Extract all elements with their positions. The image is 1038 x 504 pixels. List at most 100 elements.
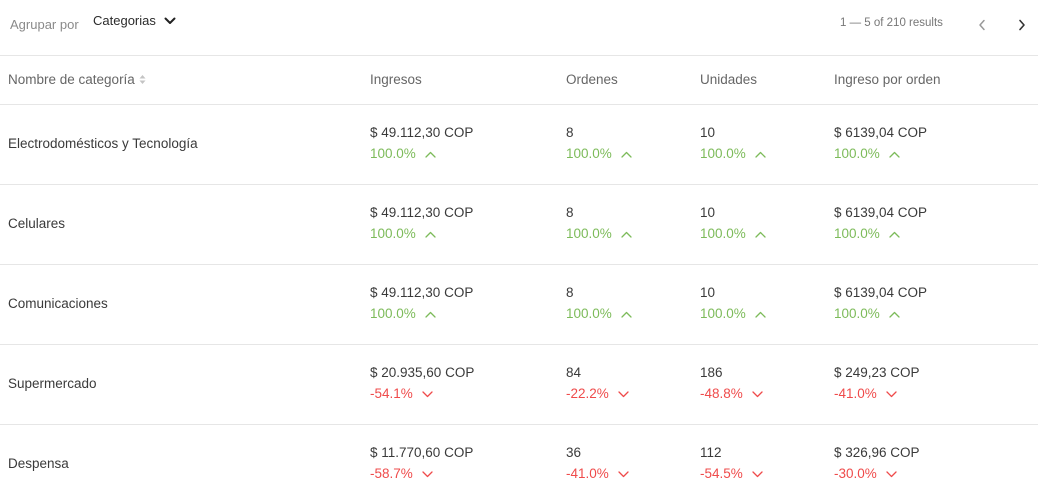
revenue-per-order-change: 100.0%: [834, 145, 927, 163]
chevron-left-icon: [979, 19, 985, 31]
revenue-per-order-change-value: 100.0%: [834, 306, 880, 321]
table-body: Electrodomésticos y Tecnología $ 49.112,3…: [0, 105, 1038, 504]
column-header-units: Unidades: [700, 72, 758, 87]
chevron-down-icon: [618, 470, 629, 477]
table-row: Electrodomésticos y Tecnología $ 49.112,3…: [0, 105, 1038, 185]
revenue-change-value: 100.0%: [370, 226, 416, 241]
column-header-orders: Ordenes: [566, 72, 618, 87]
orders-cell: 84 -22.2%: [566, 364, 629, 403]
table-row: Supermercado $ 20.935,60 COP -54.1% 84 -22.2…: [0, 345, 1038, 425]
revenue-per-order-value: $ 249,23 COP: [834, 365, 920, 380]
revenue-change: -54.1%: [370, 385, 474, 403]
column-header-revenue: Ingresos: [370, 72, 422, 87]
chevron-up-icon: [755, 151, 766, 158]
chevron-up-icon: [425, 311, 436, 318]
orders-cell: 36 -41.0%: [566, 444, 629, 483]
units-change-value: 100.0%: [700, 146, 746, 161]
next-page-button[interactable]: [1012, 14, 1032, 36]
orders-change: -41.0%: [566, 465, 629, 483]
chevron-down-icon: [752, 390, 763, 397]
revenue-per-order-change: -41.0%: [834, 385, 920, 403]
revenue-value: $ 49.112,30 COP: [370, 205, 474, 220]
revenue-per-order-change-value: -41.0%: [834, 386, 877, 401]
orders-value: 36: [566, 445, 582, 460]
table-row: Despensa $ 11.770,60 COP -58.7% 36 -41.0% 112…: [0, 425, 1038, 504]
units-value: 10: [700, 125, 716, 140]
orders-change: 100.0%: [566, 145, 632, 163]
units-change-value: -48.8%: [700, 386, 743, 401]
column-header-category[interactable]: Nombre de categoría: [8, 72, 146, 87]
chevron-down-icon: [886, 390, 897, 397]
revenue-value: $ 49.112,30 COP: [370, 125, 474, 140]
units-change: -48.8%: [700, 385, 763, 403]
category-name: Despensa: [8, 456, 69, 471]
chevron-down-icon: [752, 470, 763, 477]
units-cell: 186 -48.8%: [700, 364, 763, 403]
orders-change: 100.0%: [566, 225, 632, 243]
orders-value: 8: [566, 125, 574, 140]
chevron-up-icon: [889, 231, 900, 238]
category-name: Electrodomésticos y Tecnología: [8, 136, 198, 151]
revenue-per-order-change-value: 100.0%: [834, 146, 880, 161]
chevron-down-icon: [422, 470, 433, 477]
revenue-change-value: -54.1%: [370, 386, 413, 401]
revenue-change: 100.0%: [370, 225, 473, 243]
revenue-per-order-cell: $ 6139,04 COP 100.0%: [834, 204, 927, 243]
revenue-per-order-change-value: 100.0%: [834, 226, 880, 241]
chevron-down-icon: [886, 470, 897, 477]
revenue-cell: $ 49.112,30 COP 100.0%: [370, 124, 473, 163]
orders-cell: 8 100.0%: [566, 204, 632, 243]
table-row: Comunicaciones $ 49.112,30 COP 100.0% 8 100.…: [0, 265, 1038, 345]
revenue-per-order-value: $ 6139,04 COP: [834, 205, 928, 220]
revenue-per-order-change: 100.0%: [834, 305, 927, 323]
category-name: Comunicaciones: [8, 296, 108, 311]
revenue-per-order-cell: $ 326,96 COP -30.0%: [834, 444, 920, 483]
chevron-up-icon: [425, 151, 436, 158]
group-by-select[interactable]: Categorias: [93, 13, 176, 28]
group-by-label: Agrupar por: [10, 17, 79, 32]
sort-icon: [139, 75, 146, 84]
units-change: 100.0%: [700, 225, 766, 243]
revenue-per-order-value: $ 326,96 COP: [834, 445, 920, 460]
revenue-change-value: 100.0%: [370, 146, 416, 161]
chevron-up-icon: [621, 311, 632, 318]
category-name: Celulares: [8, 216, 66, 231]
group-by-value: Categorias: [93, 13, 156, 28]
revenue-per-order-cell: $ 249,23 COP -41.0%: [834, 364, 920, 403]
units-value: 10: [700, 205, 716, 220]
chevron-up-icon: [889, 311, 900, 318]
revenue-per-order-change: 100.0%: [834, 225, 927, 243]
revenue-change-value: -58.7%: [370, 466, 413, 481]
chevron-down-icon: [422, 390, 433, 397]
revenue-per-order-change-value: -30.0%: [834, 466, 877, 481]
chevron-up-icon: [621, 151, 632, 158]
revenue-value: $ 49.112,30 COP: [370, 285, 474, 300]
column-header-revenue-per-order: Ingreso por orden: [834, 72, 941, 87]
units-value: 10: [700, 285, 716, 300]
units-change: -54.5%: [700, 465, 763, 483]
table-header: Nombre de categoría Ingresos Ordenes Uni…: [0, 56, 1038, 105]
orders-change: 100.0%: [566, 305, 632, 323]
units-change: 100.0%: [700, 305, 766, 323]
units-change: 100.0%: [700, 145, 766, 163]
units-value: 186: [700, 365, 723, 380]
orders-change-value: 100.0%: [566, 306, 612, 321]
prev-page-button[interactable]: [972, 14, 992, 36]
revenue-per-order-value: $ 6139,04 COP: [834, 285, 928, 300]
chevron-right-icon: [1019, 19, 1025, 31]
orders-change-value: -41.0%: [566, 466, 609, 481]
column-header-category-label: Nombre de categoría: [8, 72, 135, 87]
units-change-value: -54.5%: [700, 466, 743, 481]
revenue-change: -58.7%: [370, 465, 473, 483]
orders-value: 84: [566, 365, 582, 380]
revenue-cell: $ 49.112,30 COP 100.0%: [370, 284, 473, 323]
table-row: Celulares $ 49.112,30 COP 100.0% 8 100.0% 10 1…: [0, 185, 1038, 265]
chevron-up-icon: [425, 231, 436, 238]
units-change-value: 100.0%: [700, 226, 746, 241]
revenue-per-order-value: $ 6139,04 COP: [834, 125, 928, 140]
toolbar: Agrupar por Categorias 1 — 5 of 210 resu…: [0, 0, 1038, 56]
revenue-change-value: 100.0%: [370, 306, 416, 321]
revenue-cell: $ 20.935,60 COP -54.1%: [370, 364, 474, 403]
revenue-value: $ 20.935,60 COP: [370, 365, 475, 380]
revenue-value: $ 11.770,60 COP: [370, 445, 474, 460]
